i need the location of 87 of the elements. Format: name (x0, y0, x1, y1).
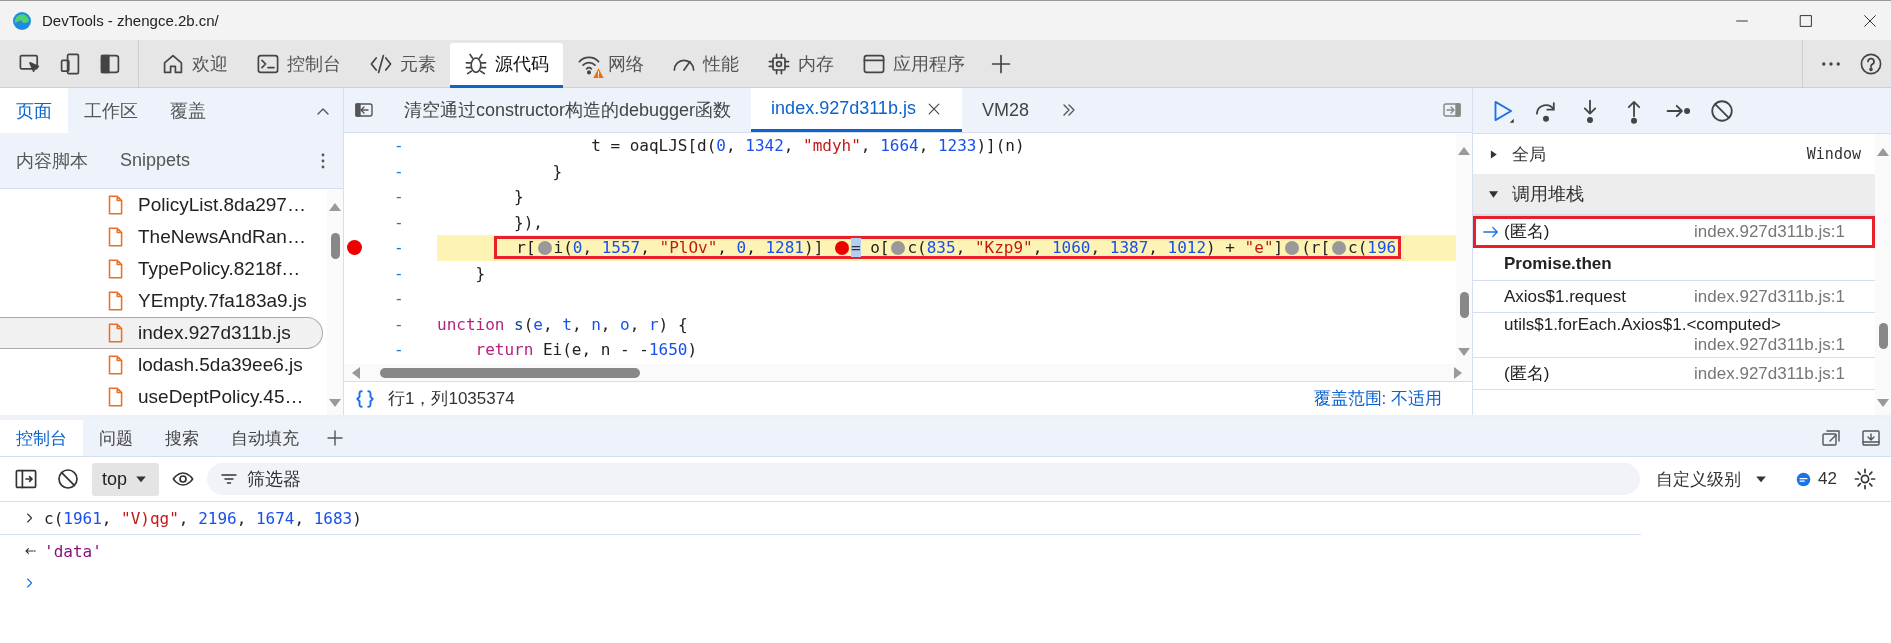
panel-tab[interactable]: 源代码 (450, 42, 563, 88)
call-frame[interactable]: Axios$1.request index.927d311b.js:1 (1473, 281, 1875, 313)
scrollbar[interactable] (344, 364, 1472, 381)
code-text: t = oaqLJS[d(0, 1342, "mdyh", 1664, 1233)](n) (590, 136, 1025, 156)
code-text: } (551, 161, 563, 181)
line-number: - (394, 340, 404, 360)
message-icon (1795, 470, 1813, 488)
scrollbar[interactable] (1456, 133, 1472, 364)
editor-tab[interactable]: index.927d311b.js (751, 88, 962, 132)
file-item[interactable]: lodash.5da39ee6.js (0, 349, 323, 381)
line-number: - (394, 187, 404, 207)
line-number: - (394, 161, 404, 181)
line-number: - (394, 263, 404, 283)
scrollbar[interactable] (1875, 134, 1891, 415)
call-frame[interactable]: utils$1.forEach.Axios$1.<computed> index.927d311b.js:1 (1473, 313, 1875, 358)
editor-tab[interactable]: 清空通过constructor构造的debugger函数 (384, 88, 752, 132)
pretty-print-icon[interactable] (354, 387, 376, 410)
code-text: } (474, 263, 486, 283)
panel-tab[interactable]: 网络 (563, 42, 658, 88)
message-count: 42 (1818, 469, 1837, 489)
context-dropdown[interactable]: top (92, 462, 160, 496)
inline-breakpoint-icon[interactable] (834, 240, 849, 255)
window-title: DevTools - zhengce.2b.cn/ (42, 12, 219, 29)
file-item[interactable]: useDeptPolicy.45… (0, 381, 323, 413)
call-frame[interactable]: (匿名) index.927d311b.js:1 (1473, 358, 1875, 390)
line-number: - (394, 212, 404, 232)
panel-tab[interactable]: 欢迎 (147, 42, 242, 88)
line-number: - (394, 289, 404, 309)
scrollbar[interactable] (327, 189, 343, 415)
code-text: }), (513, 212, 543, 232)
toggle-debugger-icon[interactable] (1442, 100, 1462, 120)
navigator-tab[interactable]: Snippets (104, 133, 207, 188)
drawer-tab[interactable]: 控制台 (0, 420, 83, 456)
filter-field[interactable]: 筛选器 (207, 463, 1641, 495)
navigator-tab[interactable]: 内容脚本 (0, 133, 104, 188)
navigator-tab[interactable]: 工作区 (68, 88, 154, 133)
code-text: return Ei(e, n - -1650) (474, 340, 698, 360)
line-number: - (394, 238, 404, 258)
code-text: c(196 (1348, 238, 1397, 258)
editor-tab[interactable]: VM28 (961, 88, 1049, 132)
code-text: c(835, "Kzp9", 1060, 1387, 1012) + "e"] (907, 238, 1284, 258)
file-item[interactable]: YEmpty.7fa183a9.js (0, 285, 323, 317)
navigator-tab[interactable]: 页面 (0, 88, 68, 133)
device-icon[interactable] (58, 51, 82, 76)
drawer-tab[interactable]: 自动填充 (215, 420, 315, 456)
code-text: r[ (515, 238, 536, 258)
code-text: unction s(e, t, n, o, r) { (437, 314, 688, 334)
panel-tab[interactable]: 应用程序 (848, 42, 979, 88)
bug-icon (464, 51, 488, 76)
panel-tab[interactable]: 控制台 (242, 42, 355, 88)
code-text: i(0, 1557, "PlOv", 0, 1281)] (553, 238, 825, 258)
navigator-tab[interactable]: 覆盖 (154, 88, 222, 133)
chip-icon (767, 51, 791, 76)
panel-tab[interactable]: 性能 (658, 42, 753, 88)
clear-icon[interactable] (56, 467, 80, 491)
levels-dropdown[interactable]: 自定义级别 (1656, 467, 1770, 491)
logo-icon (12, 10, 32, 31)
panel-tab[interactable]: 内存 (753, 42, 848, 88)
line-number: - (394, 314, 404, 334)
drawer-tab[interactable]: 搜索 (149, 420, 215, 456)
coverage-link[interactable]: 覆盖范围: 不适用 (1313, 387, 1442, 410)
help-icon[interactable] (1859, 51, 1883, 76)
panel-tab[interactable]: 元素 (355, 42, 450, 88)
drawer-tab[interactable]: 问题 (83, 420, 149, 456)
code-text: 'data' (44, 541, 102, 561)
code-text: = o[ (850, 238, 890, 258)
section-header[interactable]: 调用堆栈 (1473, 174, 1875, 216)
code-text: } (513, 187, 524, 207)
file-item[interactable]: TypePolicy.8218f… (0, 253, 323, 285)
breakpoint-icon[interactable] (347, 240, 362, 256)
toggle-navigator-icon[interactable] (354, 100, 374, 120)
call-frame[interactable]: (匿名) index.927d311b.js:1 (1473, 216, 1875, 248)
cursor-position: 行1，列1035374 (388, 388, 515, 410)
line-number: - (394, 136, 404, 156)
file-item[interactable]: TheNewsAndRan… (0, 221, 323, 253)
code-text: (r[ (1301, 238, 1331, 258)
undock-icon[interactable] (1821, 428, 1841, 448)
code-text: c(1961, "V)qg", 2196, 1674, 1683) (44, 508, 362, 528)
sidebar-icon[interactable] (14, 467, 38, 491)
deactivate-breakpoints-icon[interactable] (1709, 97, 1735, 124)
file-item[interactable]: PolicyList.8da297… (0, 189, 323, 221)
scope-item[interactable]: 全局 Window (1473, 134, 1875, 168)
add-icon[interactable] (325, 428, 345, 448)
async-label: Promise.then (1504, 254, 1612, 274)
settings-icon[interactable] (1853, 467, 1877, 491)
file-item[interactable]: index.927d311b.js (0, 317, 323, 349)
dock-bottom-icon[interactable] (1861, 428, 1881, 448)
